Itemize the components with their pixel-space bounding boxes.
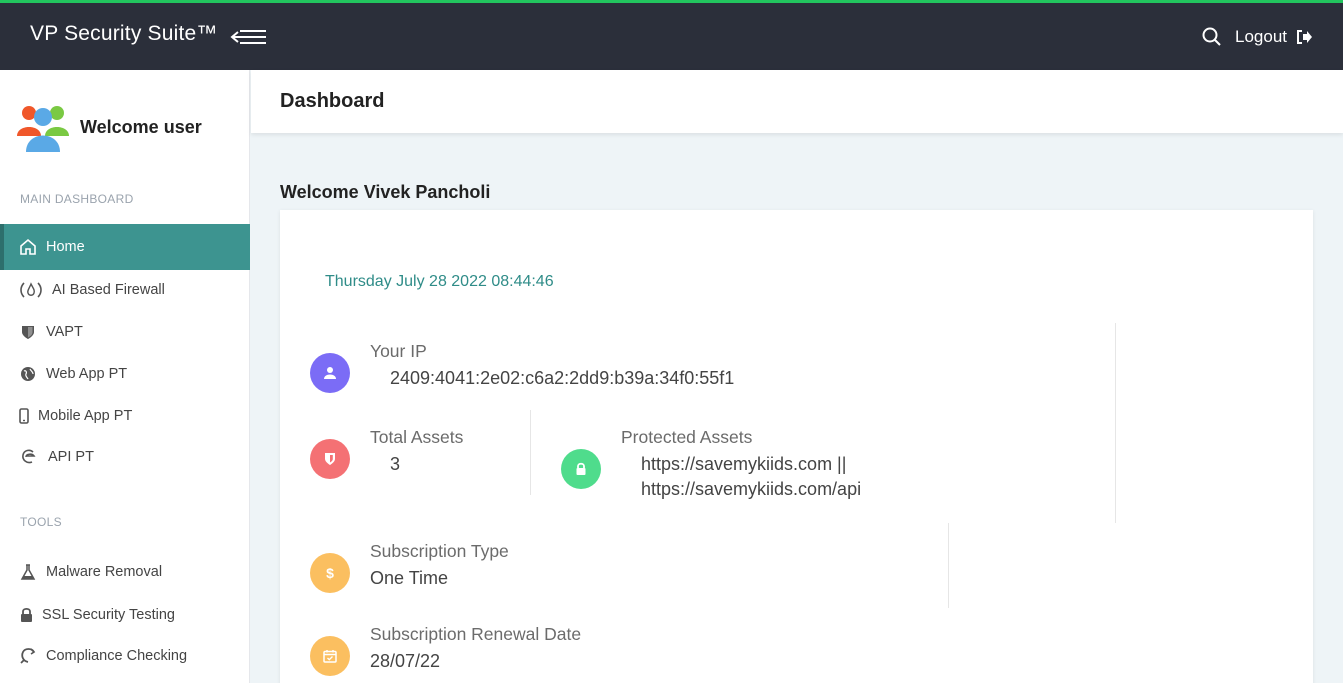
info-label: Your IP — [370, 341, 427, 361]
sidebar-item-label: Mobile App PT — [38, 408, 133, 424]
sidebar-item-label: AI Based Firewall — [52, 282, 165, 298]
page-header: Dashboard — [251, 70, 1343, 133]
sidebar-item-ai-firewall[interactable]: AI Based Firewall — [0, 270, 250, 310]
mobile-icon — [18, 406, 30, 426]
api-icon — [18, 447, 40, 467]
protected-assets-line2: https://savemykiids.com/api — [641, 479, 862, 499]
user-welcome: Welcome user — [16, 100, 202, 154]
info-label: Total Assets — [370, 427, 464, 447]
user-icon — [310, 353, 350, 393]
ip-value: 2409:4041:2e02:c6a2:2dd9:b39a:34f0:55f1 — [390, 368, 735, 388]
info-your-ip: Your IP 2409:4041:2e02:c6a2:2dd9:b39a:34… — [310, 341, 734, 393]
svg-text:$: $ — [326, 565, 334, 581]
flask-icon — [18, 562, 38, 582]
globe-icon — [18, 364, 38, 384]
home-icon — [18, 237, 38, 257]
sidebar-item-label: SSL Security Testing — [42, 607, 175, 623]
sidebar-item-home[interactable]: Home — [0, 224, 250, 270]
logout-label: Logout — [1235, 27, 1287, 46]
divider — [948, 523, 949, 608]
lock-icon — [561, 449, 601, 489]
sidebar-item-label: Home — [46, 239, 85, 255]
logout-button[interactable]: Logout — [1235, 27, 1313, 47]
refresh-icon — [18, 646, 38, 666]
sidebar: Welcome user MAIN DASHBOARD Home AI Base… — [0, 70, 250, 683]
calendar-icon — [310, 636, 350, 676]
info-subscription-type: $ Subscription Type One Time — [310, 541, 509, 593]
dollar-icon: $ — [310, 553, 350, 593]
sidebar-item-label: Compliance Checking — [46, 648, 188, 664]
sidebar-item-web-app-pt[interactable]: Web App PT — [0, 354, 250, 394]
firewall-icon — [18, 280, 44, 300]
menu-toggle-icon[interactable] — [230, 25, 268, 49]
total-assets-value: 3 — [390, 454, 401, 474]
section-tools: TOOLS — [20, 515, 62, 529]
shield-icon — [310, 439, 350, 479]
sidebar-item-ssl-testing[interactable]: SSL Security Testing — [0, 595, 250, 635]
logout-icon — [1297, 30, 1312, 44]
divider — [530, 410, 531, 495]
info-renewal-date: Subscription Renewal Date 28/07/22 — [310, 624, 581, 676]
info-label: Subscription Type — [370, 541, 509, 561]
page-title: Dashboard — [280, 90, 385, 112]
protected-assets-line1: https://savemykiids.com || — [641, 454, 847, 474]
top-navbar: VP Security Suite™ Logout — [0, 0, 1343, 70]
info-protected-assets: Protected Assets https://savemykiids.com… — [561, 427, 861, 500]
sidebar-item-malware-removal[interactable]: Malware Removal — [0, 552, 250, 592]
shield-icon — [18, 322, 38, 342]
sidebar-item-label: Malware Removal — [46, 564, 163, 580]
sidebar-item-api-pt[interactable]: API PT — [0, 437, 250, 477]
renewal-date-value: 28/07/22 — [370, 651, 441, 671]
brand-title[interactable]: VP Security Suite™ — [30, 22, 218, 46]
user-avatar-icon — [17, 106, 69, 152]
divider — [1115, 323, 1116, 523]
search-icon[interactable] — [1201, 26, 1223, 48]
sidebar-item-vapt[interactable]: VAPT — [0, 312, 250, 352]
info-label: Subscription Renewal Date — [370, 624, 582, 644]
dashboard-card: Thursday July 28 2022 08:44:46 Your IP 2… — [280, 210, 1313, 683]
sidebar-item-label: Web App PT — [46, 366, 128, 382]
info-label: Protected Assets — [621, 427, 753, 447]
welcome-text: Welcome user — [80, 116, 202, 137]
sidebar-item-compliance[interactable]: Compliance Checking — [0, 636, 250, 676]
sidebar-item-label: VAPT — [46, 324, 83, 340]
sidebar-item-mobile-app-pt[interactable]: Mobile App PT — [0, 396, 250, 436]
lock-icon — [18, 605, 34, 625]
sidebar-item-label: API PT — [48, 449, 94, 465]
current-datetime: Thursday July 28 2022 08:44:46 — [325, 273, 554, 290]
info-total-assets: Total Assets 3 — [310, 427, 463, 479]
section-main-dashboard: MAIN DASHBOARD — [20, 192, 134, 206]
user-greeting: Welcome Vivek Pancholi — [280, 182, 491, 202]
subscription-type-value: One Time — [370, 568, 449, 588]
